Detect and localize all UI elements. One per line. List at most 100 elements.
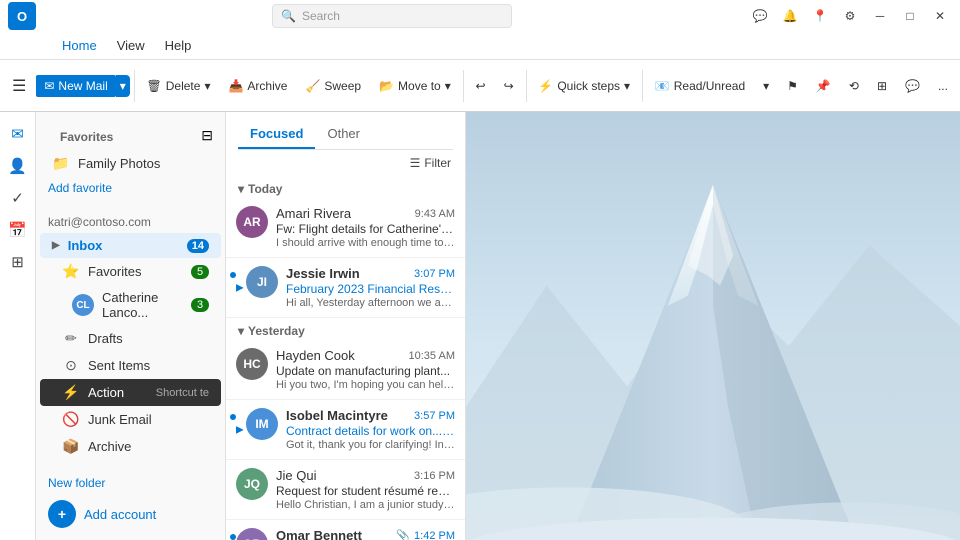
family-photos-label: Family Photos	[78, 156, 209, 171]
add-account-icon: +	[48, 500, 76, 528]
sidebar-calendar-icon[interactable]: 📅	[4, 216, 32, 244]
email-top: Jessie Irwin 3:07 PM	[286, 266, 455, 281]
email-preview: Hi all, Yesterday afternoon we announced…	[286, 297, 455, 309]
email-top: Hayden Cook 10:35 AM	[276, 348, 455, 363]
quick-steps-label: Quick steps	[557, 79, 620, 93]
move-icon: 📂	[379, 79, 394, 93]
more-ribbon-button[interactable]: ...	[930, 75, 956, 97]
menu-view[interactable]: View	[109, 36, 153, 55]
avatar: OB	[236, 528, 268, 540]
sidebar-mail-icon[interactable]: ✉	[4, 120, 32, 148]
delete-arrow: ▾	[204, 79, 210, 93]
sidebar-tasks-icon[interactable]: ✓	[4, 184, 32, 212]
close-button[interactable]: ✕	[928, 4, 952, 28]
sidebar-people-icon[interactable]: 👤	[4, 152, 32, 180]
new-mail-icon: ✉	[44, 79, 54, 93]
email-preview: Hello Christian, I am a junior studying …	[276, 499, 455, 511]
undo-button[interactable]: ↩	[468, 75, 494, 97]
search-icon: 🔍	[281, 9, 296, 23]
inbox-expand-icon: ▶	[52, 240, 60, 251]
yesterday-collapse-icon: ▾	[238, 324, 244, 338]
ribbon-divider-3	[526, 70, 527, 102]
email-item[interactable]: HC Hayden Cook 10:35 AM Update on manufa…	[226, 340, 465, 400]
filter-icon: ☰	[410, 156, 421, 170]
translate-button[interactable]: ⟲	[841, 75, 867, 97]
add-favorite-link[interactable]: Add favorite	[36, 177, 225, 199]
move-label: Move to	[398, 79, 441, 93]
nav-collapse-icon[interactable]: ⊟	[201, 127, 213, 144]
minimize-button[interactable]: ─	[868, 4, 892, 28]
move-to-button[interactable]: 📂 Move to ▾	[371, 75, 459, 97]
search-placeholder: Search	[302, 9, 340, 23]
nav-item-inbox[interactable]: ▶ Inbox 14	[40, 233, 221, 258]
pin-button[interactable]: 📌	[808, 75, 839, 97]
location-icon[interactable]: 📍	[808, 4, 832, 28]
title-bar-left: O	[8, 2, 36, 30]
settings-icon[interactable]: ⚙	[838, 4, 862, 28]
title-bar: O 🔍 Search 💬 🔔 📍 ⚙ ─ □ ✕	[0, 0, 960, 32]
email-scroll[interactable]: ▾ Today AR Amari Rivera 9:43 AM Fw: Flig…	[226, 176, 465, 540]
nav-item-favorites-sub[interactable]: ⭐ Favorites 5	[40, 258, 221, 285]
quick-steps-button[interactable]: ⚡ Quick steps ▾	[530, 75, 638, 97]
redo-button[interactable]: ↪	[496, 75, 522, 97]
email-item[interactable]: ▶ IM Isobel Macintyre 3:57 PM Contract d…	[226, 400, 465, 460]
yesterday-label: Yesterday	[248, 324, 305, 338]
email-item[interactable]: OB Omar Bennett 📎 1:42 PM Tailwinds (New…	[226, 520, 465, 540]
nav-item-junk[interactable]: 🚫 Junk Email	[40, 406, 221, 433]
move-arrow: ▾	[445, 79, 451, 93]
catherine-label: Catherine Lanco...	[102, 290, 183, 320]
delete-icon: 🗑	[147, 79, 162, 93]
maximize-button[interactable]: □	[898, 4, 922, 28]
new-folder-link[interactable]: New folder	[36, 472, 225, 494]
filter-button[interactable]: ☰ Filter	[404, 154, 457, 172]
email-subject: Request for student résumé review	[276, 484, 455, 498]
avatar: JI	[246, 266, 278, 298]
delete-button[interactable]: 🗑 Delete ▾	[139, 75, 219, 97]
table-button[interactable]: ⊞	[869, 75, 895, 97]
sweep-button[interactable]: 🧹 Sweep	[297, 75, 369, 97]
tab-other[interactable]: Other	[315, 120, 372, 149]
filter-ribbon-button[interactable]: ▾	[755, 75, 777, 97]
email-sender: Hayden Cook	[276, 348, 355, 363]
nav-item-catherine[interactable]: CL Catherine Lanco... 3	[40, 285, 221, 325]
email-item[interactable]: JQ Jie Qui 3:16 PM Request for student r…	[226, 460, 465, 520]
nav-item-archive[interactable]: 📦 Archive	[40, 433, 221, 460]
drafts-icon: ✏	[62, 330, 80, 347]
unread-indicator	[230, 272, 236, 278]
chat-title-icon[interactable]: 💬	[748, 4, 772, 28]
mountain-illustration	[466, 112, 960, 540]
menu-home[interactable]: Home	[54, 36, 105, 55]
tab-focused[interactable]: Focused	[238, 120, 315, 149]
read-unread-button[interactable]: 📧 Read/Unread	[647, 75, 753, 97]
nav-panel: Favorites ⊟ 📁 Family Photos Add favorite…	[36, 112, 226, 540]
email-list: Focused Other ☰ Filter ▾ Today AR Amari …	[226, 112, 466, 540]
email-subject: Update on manufacturing plant...	[276, 364, 455, 378]
add-account-item[interactable]: + Add account	[36, 494, 225, 534]
new-mail-button[interactable]: ✉ New Mail	[36, 75, 115, 97]
menu-help[interactable]: Help	[157, 36, 200, 55]
nav-item-drafts[interactable]: ✏ Drafts	[40, 325, 221, 352]
main-area: ✉ 👤 ✓ 📅 ⊞ Favorites ⊟ 📁 Family Photos Ad…	[0, 112, 960, 540]
search-bar[interactable]: 🔍 Search	[272, 4, 512, 28]
email-content: Amari Rivera 9:43 AM Fw: Flight details …	[276, 206, 455, 249]
sidebar-apps-icon[interactable]: ⊞	[4, 248, 32, 276]
email-item[interactable]: AR Amari Rivera 9:43 AM Fw: Flight detai…	[226, 198, 465, 258]
bell-icon[interactable]: 🔔	[778, 4, 802, 28]
nav-item-action[interactable]: ⚡ Action Shortcut te	[40, 379, 221, 406]
new-mail-dropdown[interactable]: ▾	[116, 75, 130, 97]
hamburger-button[interactable]: ☰	[4, 72, 34, 100]
flag-button[interactable]: ⚑	[779, 75, 806, 97]
nav-item-sent[interactable]: ⊙ Sent Items	[40, 352, 221, 379]
account-label: katri@contoso.com	[36, 211, 225, 233]
email-top: Jie Qui 3:16 PM	[276, 468, 455, 483]
archive-button[interactable]: 📥 Archive	[220, 75, 295, 97]
nav-item-family-photos[interactable]: 📁 Family Photos	[40, 150, 221, 177]
email-top: Amari Rivera 9:43 AM	[276, 206, 455, 221]
email-sender: Jie Qui	[276, 468, 316, 483]
email-item[interactable]: ▶ JI Jessie Irwin 3:07 PM February 2023 …	[226, 258, 465, 318]
section-yesterday: ▾ Yesterday	[226, 318, 465, 340]
archive-label: Archive	[247, 79, 287, 93]
today-label: Today	[248, 182, 282, 196]
skype-button[interactable]: 💬	[897, 75, 928, 97]
email-subject: February 2023 Financial Results	[286, 282, 455, 296]
